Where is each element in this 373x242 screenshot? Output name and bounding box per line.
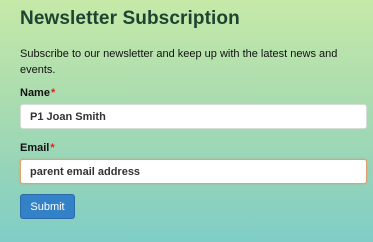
name-required-marker: *	[50, 87, 56, 99]
email-label-text: Email	[20, 142, 50, 154]
email-required-marker: *	[50, 142, 55, 154]
email-input[interactable]	[20, 159, 367, 184]
email-field-label: Email*	[20, 141, 367, 155]
name-field-label: Name*	[20, 86, 367, 100]
submit-button[interactable]: Submit	[20, 194, 75, 219]
form-title: Newsletter Subscription	[20, 8, 240, 29]
newsletter-form-panel: Newsletter Subscription Subscribe to our…	[0, 0, 373, 242]
name-input[interactable]	[20, 104, 367, 129]
submit-row: Submit	[20, 184, 367, 219]
form-description: Subscribe to our newsletter and keep up …	[20, 48, 338, 76]
name-label-text: Name	[20, 87, 50, 99]
